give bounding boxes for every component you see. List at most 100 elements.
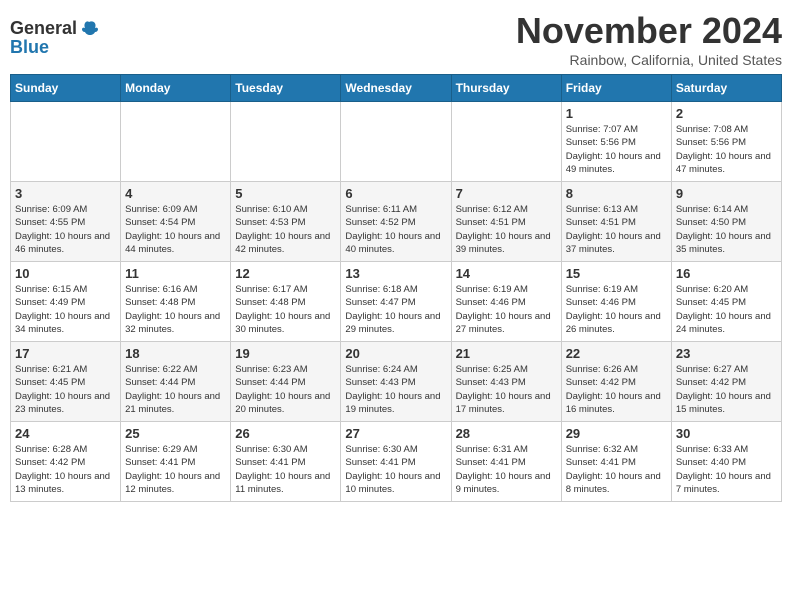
calendar-cell: 30Sunrise: 6:33 AM Sunset: 4:40 PM Dayli… (671, 422, 781, 502)
day-number: 21 (456, 346, 557, 361)
day-info: Sunrise: 6:31 AM Sunset: 4:41 PM Dayligh… (456, 443, 557, 496)
calendar-cell: 19 Sunrise: 6:23 AM Sunset: 4:44 PM Dayli… (231, 342, 341, 422)
day-info: Sunrise: 6:33 AM Sunset: 4:40 PM Dayligh… (676, 443, 777, 496)
day-number: 20 (345, 346, 446, 361)
title-area: November 2024 Rainbow, California, Unite… (516, 10, 782, 68)
day-number: 9 (676, 186, 777, 201)
calendar-cell: 4 Sunrise: 6:09 AM Sunset: 4:54 PM Daylig… (121, 182, 231, 262)
day-number: 19 (235, 346, 336, 361)
day-number: 15 (566, 266, 667, 281)
calendar-body: 1 Sunrise: 7:07 AM Sunset: 5:56 PM Daylig… (11, 102, 782, 502)
week-row-1: 1 Sunrise: 7:07 AM Sunset: 5:56 PM Daylig… (11, 102, 782, 182)
logo: General Blue (10, 18, 99, 58)
calendar-cell: 27 Sunrise: 6:30 AM Sunset: 4:41 PM Dayli… (341, 422, 451, 502)
calendar-cell: 22 Sunrise: 6:26 AM Sunset: 4:42 PM Dayli… (561, 342, 671, 422)
day-info: Sunrise: 7:07 AM Sunset: 5:56 PM Dayligh… (566, 123, 667, 176)
day-number: 10 (15, 266, 116, 281)
day-info: Sunrise: 6:30 AM Sunset: 4:41 PM Dayligh… (345, 443, 446, 496)
calendar-cell: 28 Sunrise: 6:31 AM Sunset: 4:41 PM Dayli… (451, 422, 561, 502)
calendar-cell: 2Sunrise: 7:08 AM Sunset: 5:56 PM Daylig… (671, 102, 781, 182)
calendar-cell (231, 102, 341, 182)
calendar-cell: 15Sunrise: 6:19 AM Sunset: 4:46 PM Dayli… (561, 262, 671, 342)
day-number: 27 (345, 426, 446, 441)
day-header-tuesday: Tuesday (231, 75, 341, 102)
calendar-cell: 17 Sunrise: 6:21 AM Sunset: 4:45 PM Dayli… (11, 342, 121, 422)
day-number: 13 (345, 266, 446, 281)
calendar-cell: 7Sunrise: 6:12 AM Sunset: 4:51 PM Daylig… (451, 182, 561, 262)
day-number: 29 (566, 426, 667, 441)
calendar-cell: 20 Sunrise: 6:24 AM Sunset: 4:43 PM Dayli… (341, 342, 451, 422)
day-number: 5 (235, 186, 336, 201)
calendar-cell: 12 Sunrise: 6:17 AM Sunset: 4:48 PM Dayli… (231, 262, 341, 342)
calendar-cell: 13 Sunrise: 6:18 AM Sunset: 4:47 PM Dayli… (341, 262, 451, 342)
day-header-monday: Monday (121, 75, 231, 102)
week-row-5: 24 Sunrise: 6:28 AM Sunset: 4:42 PM Dayli… (11, 422, 782, 502)
day-number: 1 (566, 106, 667, 121)
day-number: 28 (456, 426, 557, 441)
calendar-header-row: SundayMondayTuesdayWednesdayThursdayFrid… (11, 75, 782, 102)
day-info: Sunrise: 7:08 AM Sunset: 5:56 PM Dayligh… (676, 123, 777, 176)
day-info: Sunrise: 6:13 AM Sunset: 4:51 PM Dayligh… (566, 203, 667, 256)
day-header-wednesday: Wednesday (341, 75, 451, 102)
day-info: Sunrise: 6:29 AM Sunset: 4:41 PM Dayligh… (125, 443, 226, 496)
week-row-2: 3 Sunrise: 6:09 AM Sunset: 4:55 PM Daylig… (11, 182, 782, 262)
day-number: 22 (566, 346, 667, 361)
day-number: 3 (15, 186, 116, 201)
day-info: Sunrise: 6:21 AM Sunset: 4:45 PM Dayligh… (15, 363, 116, 416)
day-info: Sunrise: 6:11 AM Sunset: 4:52 PM Dayligh… (345, 203, 446, 256)
day-info: Sunrise: 6:15 AM Sunset: 4:49 PM Dayligh… (15, 283, 116, 336)
day-number: 24 (15, 426, 116, 441)
day-header-saturday: Saturday (671, 75, 781, 102)
day-number: 6 (345, 186, 446, 201)
day-number: 26 (235, 426, 336, 441)
calendar-cell: 6 Sunrise: 6:11 AM Sunset: 4:52 PM Daylig… (341, 182, 451, 262)
calendar-cell: 24 Sunrise: 6:28 AM Sunset: 4:42 PM Dayli… (11, 422, 121, 502)
day-info: Sunrise: 6:09 AM Sunset: 4:55 PM Dayligh… (15, 203, 116, 256)
calendar-cell: 26 Sunrise: 6:30 AM Sunset: 4:41 PM Dayli… (231, 422, 341, 502)
calendar-cell: 5 Sunrise: 6:10 AM Sunset: 4:53 PM Daylig… (231, 182, 341, 262)
calendar-cell (11, 102, 121, 182)
day-number: 4 (125, 186, 226, 201)
day-info: Sunrise: 6:09 AM Sunset: 4:54 PM Dayligh… (125, 203, 226, 256)
calendar-cell: 9 Sunrise: 6:14 AM Sunset: 4:50 PM Daylig… (671, 182, 781, 262)
day-info: Sunrise: 6:30 AM Sunset: 4:41 PM Dayligh… (235, 443, 336, 496)
logo-general: General (10, 19, 77, 37)
day-number: 16 (676, 266, 777, 281)
day-info: Sunrise: 6:19 AM Sunset: 4:46 PM Dayligh… (456, 283, 557, 336)
day-header-friday: Friday (561, 75, 671, 102)
day-info: Sunrise: 6:24 AM Sunset: 4:43 PM Dayligh… (345, 363, 446, 416)
day-number: 12 (235, 266, 336, 281)
day-info: Sunrise: 6:27 AM Sunset: 4:42 PM Dayligh… (676, 363, 777, 416)
day-number: 8 (566, 186, 667, 201)
day-number: 17 (15, 346, 116, 361)
calendar-cell: 10 Sunrise: 6:15 AM Sunset: 4:49 PM Dayli… (11, 262, 121, 342)
day-info: Sunrise: 6:12 AM Sunset: 4:51 PM Dayligh… (456, 203, 557, 256)
calendar-cell: 8 Sunrise: 6:13 AM Sunset: 4:51 PM Daylig… (561, 182, 671, 262)
day-header-thursday: Thursday (451, 75, 561, 102)
logo-blue: Blue (10, 37, 49, 57)
calendar-table: SundayMondayTuesdayWednesdayThursdayFrid… (10, 74, 782, 502)
day-info: Sunrise: 6:23 AM Sunset: 4:44 PM Dayligh… (235, 363, 336, 416)
week-row-4: 17 Sunrise: 6:21 AM Sunset: 4:45 PM Dayli… (11, 342, 782, 422)
subtitle: Rainbow, California, United States (516, 52, 782, 68)
week-row-3: 10 Sunrise: 6:15 AM Sunset: 4:49 PM Dayli… (11, 262, 782, 342)
day-info: Sunrise: 6:28 AM Sunset: 4:42 PM Dayligh… (15, 443, 116, 496)
day-info: Sunrise: 6:18 AM Sunset: 4:47 PM Dayligh… (345, 283, 446, 336)
calendar-cell: 23Sunrise: 6:27 AM Sunset: 4:42 PM Dayli… (671, 342, 781, 422)
day-number: 11 (125, 266, 226, 281)
day-info: Sunrise: 6:25 AM Sunset: 4:43 PM Dayligh… (456, 363, 557, 416)
header: General Blue November 2024 Rainbow, Cali… (10, 10, 782, 68)
day-info: Sunrise: 6:16 AM Sunset: 4:48 PM Dayligh… (125, 283, 226, 336)
calendar-cell: 25 Sunrise: 6:29 AM Sunset: 4:41 PM Dayli… (121, 422, 231, 502)
calendar-cell (341, 102, 451, 182)
calendar-cell: 14Sunrise: 6:19 AM Sunset: 4:46 PM Dayli… (451, 262, 561, 342)
day-info: Sunrise: 6:10 AM Sunset: 4:53 PM Dayligh… (235, 203, 336, 256)
day-info: Sunrise: 6:14 AM Sunset: 4:50 PM Dayligh… (676, 203, 777, 256)
calendar-cell (451, 102, 561, 182)
calendar-cell: 3 Sunrise: 6:09 AM Sunset: 4:55 PM Daylig… (11, 182, 121, 262)
day-info: Sunrise: 6:26 AM Sunset: 4:42 PM Dayligh… (566, 363, 667, 416)
day-number: 25 (125, 426, 226, 441)
calendar-cell: 1 Sunrise: 7:07 AM Sunset: 5:56 PM Daylig… (561, 102, 671, 182)
calendar-cell: 18Sunrise: 6:22 AM Sunset: 4:44 PM Dayli… (121, 342, 231, 422)
day-info: Sunrise: 6:17 AM Sunset: 4:48 PM Dayligh… (235, 283, 336, 336)
